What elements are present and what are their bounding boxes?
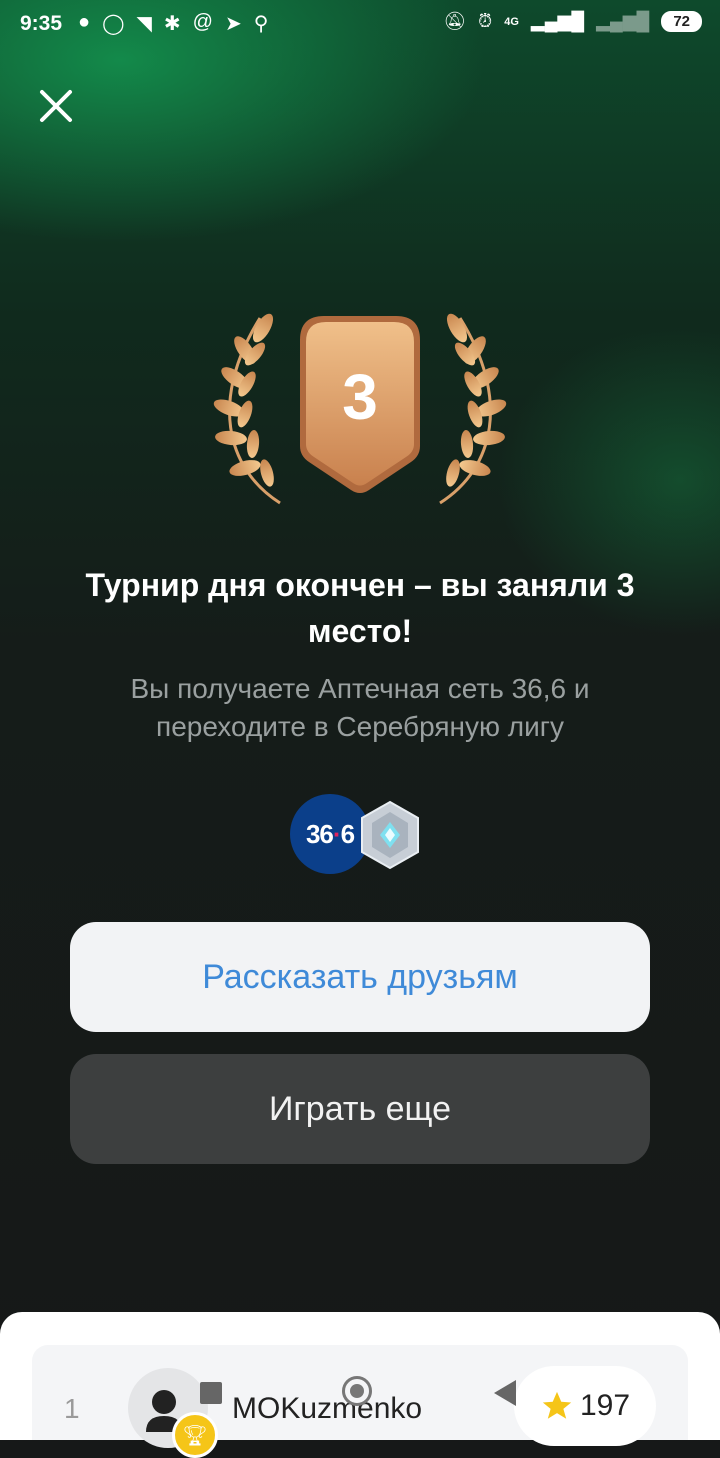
play-again-button[interactable]: Играть еще: [70, 1054, 650, 1164]
signal-icon: ▂▄▆█: [530, 11, 585, 31]
star-icon: [542, 1391, 572, 1419]
whatsapp-icon: ◯: [102, 13, 125, 35]
place-medal: 3: [205, 308, 515, 508]
place-number: 3: [342, 361, 378, 433]
pharmacy-logo-dot: ·: [332, 818, 342, 849]
trophy-icon: 🏆︎: [172, 1412, 218, 1458]
bug-icon: ✱: [163, 13, 181, 35]
status-left-icons: ● ◯ ◥ ✱ @ ➤ ⚲: [78, 11, 268, 36]
mute-icon: 🔕︎: [443, 11, 467, 31]
pharmacy-logo-text-2: 6: [340, 818, 356, 849]
share-button[interactable]: Рассказать друзьям: [70, 922, 650, 1032]
result-subtitle: Вы получаете Аптечная сеть 36,6 и перехо…: [130, 673, 590, 742]
score-value: 197: [579, 1389, 631, 1422]
pharmacy-logo-text: 36: [305, 818, 334, 849]
network-type: 4G: [504, 15, 519, 28]
telegram-icon: ➤: [224, 13, 242, 35]
battery-icon: 72: [661, 11, 702, 32]
status-time: 9:35: [20, 12, 63, 35]
status-right-icons: 🔕︎ ⏰︎ 4G ▂▄▆█ ▂▄▆█ 72: [443, 11, 702, 32]
close-icon[interactable]: [36, 86, 76, 126]
leaderboard-rank: 1: [64, 1393, 80, 1424]
status-bar: 9:35 ● ◯ ◥ ✱ @ ➤ ⚲ 🔕︎ ⏰︎ 4G ▂▄▆█ ▂▄▆█ 72: [0, 0, 720, 52]
result-title: Турнир дня окончен – вы заняли 3 место!: [85, 567, 635, 649]
play-again-button-label: Играть еще: [268, 1089, 452, 1128]
rss-icon: ◥: [136, 13, 152, 35]
battery-level: 72: [673, 13, 690, 30]
rewards: 36 · 6: [290, 794, 430, 874]
alarm-icon: ⏰︎: [478, 11, 493, 31]
search-icon: ⚲: [253, 13, 269, 35]
silver-league-icon: [361, 800, 419, 870]
leaderboard-username: MOKuzmenko: [232, 1392, 423, 1425]
at-icon: @: [192, 11, 213, 33]
notification-icon: ●: [78, 11, 91, 33]
score-badge: 197: [514, 1366, 656, 1446]
share-button-label: Рассказать друзьям: [202, 957, 518, 996]
signal-weak-icon: ▂▄▆█: [596, 11, 650, 31]
